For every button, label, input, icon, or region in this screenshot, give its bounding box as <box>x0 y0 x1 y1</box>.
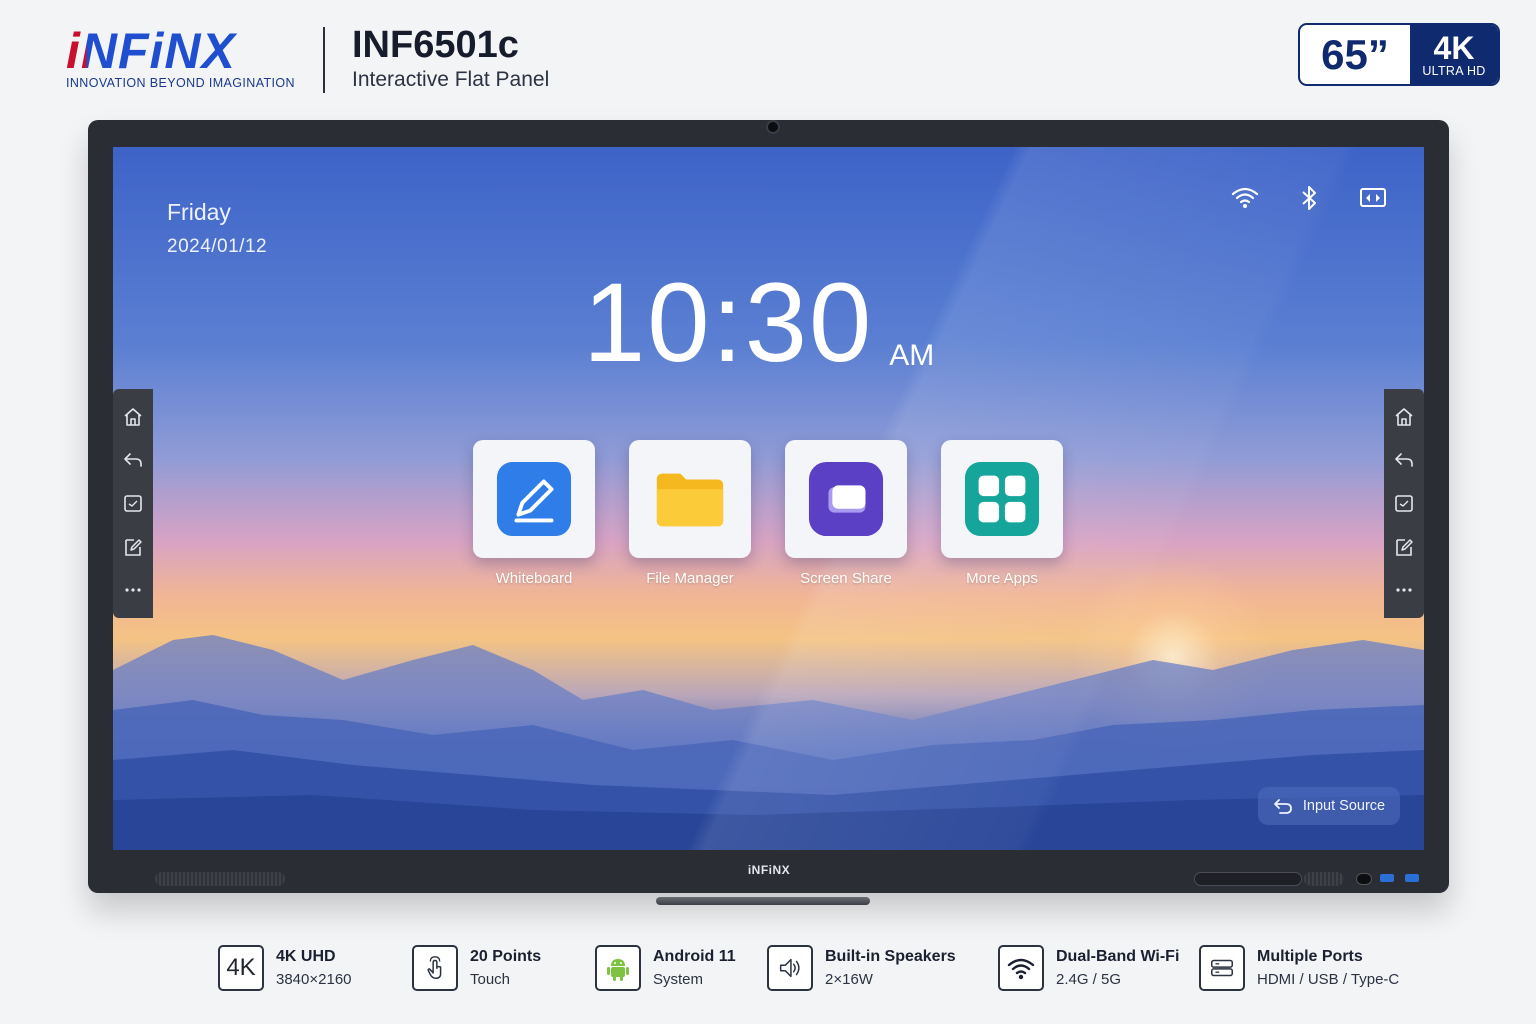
header-divider <box>323 27 325 93</box>
clock-ampm: AM <box>889 339 935 372</box>
feature-sub: Touch <box>470 971 511 988</box>
app-tile[interactable] <box>473 440 595 558</box>
annotate-icon[interactable] <box>1393 536 1415 558</box>
input-source-label: Input Source <box>1302 798 1386 814</box>
bluetooth-icon[interactable] <box>1294 183 1324 213</box>
feature-title: Android 11 <box>653 948 736 965</box>
whiteboard-icon <box>496 461 572 537</box>
screenshot-icon[interactable] <box>1393 492 1415 514</box>
feature-speakers: Built-in Speakers 2×16W <box>767 945 956 991</box>
model-name: INF6501c <box>352 24 519 66</box>
resolution-badge: 4K ULTRA HD <box>1410 25 1498 84</box>
folder-icon <box>656 473 724 527</box>
app-more-apps[interactable]: More Apps <box>941 440 1063 587</box>
day-label: Friday <box>167 199 231 225</box>
home-icon[interactable] <box>122 406 144 428</box>
brand-logo: iNFiNX INNOVATION BEYOND IMAGINATION <box>66 26 295 90</box>
4k-icon: 4K <box>218 945 264 991</box>
home-screen: Friday 2024/01/12 10:30 AM Whiteboard Fi… <box>113 147 1424 850</box>
app-label: File Manager <box>646 570 734 587</box>
feature-wifi: Dual-Band Wi-Fi 2.4G / 5G <box>998 945 1179 991</box>
wifi-icon[interactable] <box>1230 183 1260 213</box>
feature-sub: System <box>653 971 704 988</box>
touch-icon <box>412 945 458 991</box>
app-label: More Apps <box>966 570 1038 587</box>
resolution-sub: ULTRA HD <box>1422 63 1486 78</box>
brand-name: iNFiNX <box>66 26 295 76</box>
clock-time: 10:30 <box>583 260 874 385</box>
feature-sub: HDMI / USB / Type-C <box>1257 971 1400 988</box>
app-screen-share[interactable]: Screen Share <box>785 440 907 587</box>
annotate-icon[interactable] <box>122 536 144 558</box>
size-label: 65” <box>1321 30 1389 78</box>
app-dock: Whiteboard File Manager Screen Share Mor… <box>473 440 1063 587</box>
feature-sub: 3840×2160 <box>276 971 352 988</box>
usb-port[interactable] <box>1405 874 1419 882</box>
feature-title: Built-in Speakers <box>825 948 956 965</box>
right-sidebar <box>1384 389 1424 618</box>
feature-title: Multiple Ports <box>1257 948 1363 965</box>
app-label: Screen Share <box>800 570 892 587</box>
back-icon[interactable] <box>1393 449 1415 471</box>
feature-ports: Multiple Ports HDMI / USB / Type-C <box>1199 945 1399 991</box>
return-icon <box>1273 799 1292 814</box>
screen-cast-icon[interactable] <box>1358 183 1388 213</box>
camera <box>763 120 783 134</box>
sensor <box>1356 873 1372 885</box>
app-tile[interactable] <box>941 440 1063 558</box>
app-tile[interactable] <box>629 440 751 558</box>
feature-row: 4K 4K UHD 3840×2160 20 Points Touch Androi… <box>218 945 1418 997</box>
speaker-icon <box>767 945 813 991</box>
feature-sub: 2×16W <box>825 971 873 988</box>
stylus-pen[interactable] <box>656 897 870 905</box>
camera-lens <box>766 120 780 134</box>
model-subtitle: Interactive Flat Panel <box>352 68 550 91</box>
back-icon[interactable] <box>122 449 144 471</box>
clock-widget: 10:30 AM <box>583 267 934 379</box>
app-file-manager[interactable]: File Manager <box>629 440 751 587</box>
left-sidebar <box>113 389 153 618</box>
date-label: 2024/01/12 <box>167 236 268 257</box>
feature-4k: 4K 4K UHD 3840×2160 <box>218 945 352 991</box>
status-bar <box>1230 183 1388 213</box>
usb-port[interactable] <box>1380 874 1394 882</box>
date-widget: Friday 2024/01/12 <box>167 199 267 258</box>
brand-tagline: INNOVATION BEYOND IMAGINATION <box>66 76 295 90</box>
front-buttons[interactable] <box>1194 872 1302 886</box>
app-tile[interactable] <box>785 440 907 558</box>
home-icon[interactable] <box>1393 406 1415 428</box>
bezel-logo: iNFiNX <box>747 863 791 877</box>
more-icon[interactable] <box>122 579 144 601</box>
feature-title: Dual-Band Wi-Fi <box>1056 948 1180 965</box>
apps-grid-icon <box>964 461 1040 537</box>
speaker-grill-right <box>1304 872 1344 886</box>
more-icon[interactable] <box>1393 579 1415 601</box>
feature-title: 20 Points <box>470 948 542 965</box>
speaker-grill-left <box>155 872 285 886</box>
app-whiteboard[interactable]: Whiteboard <box>473 440 595 587</box>
android-icon <box>595 945 641 991</box>
4k-icon-text: 4K <box>226 954 256 981</box>
model-block: INF6501c Interactive Flat Panel <box>352 24 549 92</box>
ports-icon <box>1199 945 1245 991</box>
feature-touch: 20 Points Touch <box>412 945 541 991</box>
screen-share-icon <box>808 461 884 537</box>
screenshot-icon[interactable] <box>122 492 144 514</box>
feature-sub: 2.4G / 5G <box>1056 971 1122 988</box>
size-badge: 65” 4K ULTRA HD <box>1298 23 1500 86</box>
feature-title: 4K UHD <box>276 948 336 965</box>
wifi-icon <box>998 945 1044 991</box>
resolution-label: 4K <box>1433 29 1475 66</box>
input-source-button[interactable]: Input Source <box>1258 787 1400 825</box>
app-label: Whiteboard <box>495 570 573 587</box>
feature-android: Android 11 System <box>595 945 736 991</box>
